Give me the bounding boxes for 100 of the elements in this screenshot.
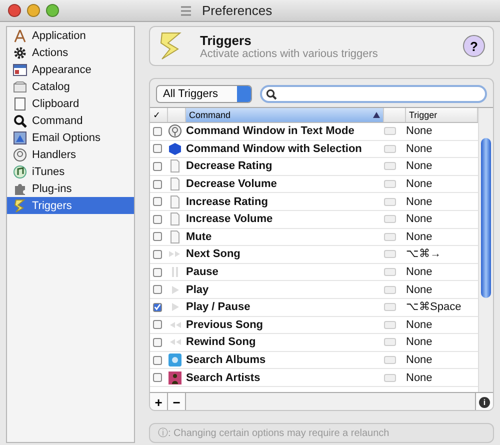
help-button[interactable]: ? <box>463 35 485 57</box>
catalog-icon <box>13 80 27 94</box>
checkbox[interactable] <box>153 250 162 259</box>
header-subtitle: Activate actions with various triggers <box>200 48 379 60</box>
lightning-icon <box>13 198 27 212</box>
command-cell-text: Rewind Song <box>186 335 257 350</box>
handler-icon <box>168 124 182 138</box>
trigger-cell: None <box>406 318 432 332</box>
command-cell-text: Mute <box>186 230 213 244</box>
document-icon <box>168 177 182 192</box>
document-icon <box>168 230 182 244</box>
keyboard-icon <box>384 232 396 241</box>
compass-icon <box>13 28 27 42</box>
clipboard-icon <box>13 96 27 110</box>
info-button[interactable]: i <box>475 393 493 410</box>
trigger-cell: None <box>406 124 432 138</box>
keyboard-icon <box>384 356 396 364</box>
checkbox[interactable] <box>153 232 162 242</box>
trigger-cell: None <box>406 370 432 385</box>
artist-icon <box>168 370 182 385</box>
trigger-cell: None <box>406 230 432 244</box>
header-title: Triggers <box>200 32 252 48</box>
sidebar-item[interactable]: Command <box>7 112 134 129</box>
trigger-cell: None <box>406 212 432 226</box>
trigger-cell: None <box>406 282 432 297</box>
checkbox[interactable] <box>153 338 162 347</box>
trigger-cell: None <box>406 265 432 280</box>
handler-icon <box>13 148 27 162</box>
trigger-cell: ⌥⌘→ <box>406 247 441 262</box>
command-cell-text: Pause <box>186 265 220 280</box>
keyboard-icon <box>384 127 396 136</box>
filter-popup[interactable]: All Triggers <box>156 85 252 103</box>
sidebar-item[interactable]: Application <box>7 27 134 44</box>
sidebar-item[interactable]: Appearance <box>7 61 134 78</box>
keyboard-icon <box>384 162 396 170</box>
puzzle-icon <box>13 182 27 196</box>
sidebar-item[interactable]: Triggers <box>7 197 134 214</box>
scrollbar[interactable] <box>478 108 493 392</box>
command-cell-text: Decrease Volume <box>186 177 278 192</box>
checkbox[interactable] <box>153 144 162 154</box>
command-cell-text: Increase Rating <box>186 194 269 209</box>
trigger-cell: None <box>406 142 432 156</box>
trigger-cell: None <box>406 159 432 174</box>
checkbox[interactable] <box>153 126 162 136</box>
sidebar-item[interactable]: Handlers <box>7 146 134 163</box>
search-icon <box>13 114 27 128</box>
command-cell-text: Search Albums <box>186 353 267 368</box>
sidebar-item[interactable]: Actions <box>7 44 134 61</box>
sidebar-item[interactable]: Email Options <box>7 129 134 146</box>
gear-icon <box>13 46 27 60</box>
checkbox[interactable] <box>153 285 162 294</box>
search-field[interactable] <box>260 85 487 103</box>
checkbox[interactable] <box>153 302 162 312</box>
keyboard-icon <box>384 215 396 224</box>
checkbox[interactable] <box>153 320 162 330</box>
column-header[interactable]: ✓ <box>150 108 168 122</box>
keyboard-icon <box>384 144 396 153</box>
keyboard-icon <box>384 180 396 188</box>
document-icon <box>168 194 182 209</box>
column-header[interactable]: Command <box>186 108 384 122</box>
command-cell-text: Previous Song <box>186 318 264 332</box>
trigger-cell: None <box>406 353 432 368</box>
close-button[interactable] <box>8 4 21 17</box>
checkbox[interactable] <box>153 162 162 171</box>
album-icon <box>168 353 182 368</box>
sort-arrow-icon <box>373 112 380 118</box>
checkbox[interactable] <box>153 197 162 206</box>
command-cell-text: Play <box>186 282 210 297</box>
keyboard-icon <box>384 374 396 382</box>
search-icon <box>266 88 277 100</box>
keyboard-icon <box>384 268 396 276</box>
document-icon <box>168 159 182 174</box>
sidebar-item[interactable]: iTunes <box>7 163 134 180</box>
command-cell-text: Search Artists <box>186 370 262 385</box>
keyboard-icon <box>384 250 396 258</box>
remove-button[interactable]: − <box>168 393 186 410</box>
list-icon <box>180 4 192 16</box>
keyboard-icon <box>384 303 396 312</box>
trigger-cell: None <box>406 335 432 350</box>
checkbox[interactable] <box>153 356 162 365</box>
keyboard-icon <box>384 286 396 294</box>
checkbox[interactable] <box>153 268 162 277</box>
zoom-button[interactable] <box>46 4 59 17</box>
minimize-button[interactable] <box>27 4 40 17</box>
checkbox[interactable] <box>153 180 162 189</box>
document-icon <box>168 212 182 226</box>
keyboard-icon <box>384 338 396 346</box>
command-cell-text: Increase Volume <box>186 212 274 226</box>
music-note-icon <box>13 164 27 178</box>
sidebar-item[interactable]: Plug-ins <box>7 180 134 197</box>
checkbox[interactable] <box>153 214 162 224</box>
keyboard-icon <box>384 320 396 329</box>
keyboard-icon <box>384 198 396 206</box>
sidebar-item[interactable]: Catalog <box>7 78 134 95</box>
add-button[interactable]: + <box>150 393 168 410</box>
cube-icon <box>168 142 182 156</box>
checkbox[interactable] <box>153 373 162 382</box>
window-icon <box>13 62 27 76</box>
sidebar-item[interactable]: Clipboard <box>7 95 134 112</box>
command-cell-text: Next Song <box>186 247 242 262</box>
